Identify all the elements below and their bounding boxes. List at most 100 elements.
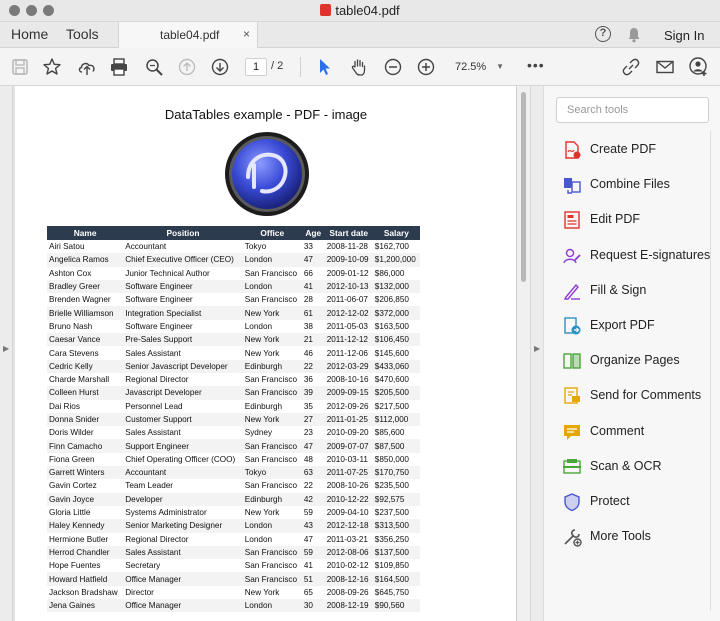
table-cell: Sales Assistant [123,545,243,560]
tool-scan-ocr[interactable]: Scan & OCR [562,455,717,479]
zoom-out-icon[interactable] [383,57,403,77]
sign-in-button[interactable]: Sign In [664,28,704,43]
table-cell: 21 [301,333,325,347]
table-cell: 2012-12-18 [324,519,373,533]
close-tab-icon[interactable]: × [243,27,250,41]
tool-more-tools[interactable]: More Tools [562,525,717,549]
table-cell: Donna Snider [47,412,124,427]
table-cell: Accountant [123,466,243,480]
fill-sign-icon [563,283,580,300]
next-page-icon[interactable] [210,57,230,77]
table-cell: 2011-01-25 [324,412,373,427]
table-cell: New York [242,333,302,347]
table-cell: 2008-11-28 [326,242,368,252]
page-number-input[interactable]: 1 [245,58,267,76]
zoom-level-select[interactable]: 72.5% ▼ [448,58,508,76]
table-cell: 2009-10-09 [324,253,373,267]
table-cell: 66 [303,268,313,278]
table-row: Gavin Joyce Developer Edinburgh 42 2010-12-2… [47,492,420,506]
document-scrollbar[interactable] [517,86,530,621]
more-options-icon[interactable]: ••• [527,57,545,73]
table-cell: 2009-04-10 [326,508,369,518]
table-cell: $470,600 [374,375,409,385]
previous-page-icon[interactable] [177,57,197,77]
left-panel-toggle[interactable]: ▶ [0,86,13,621]
table-cell: Junior Technical Author [125,268,210,278]
share-link-icon[interactable] [621,57,641,77]
table-row: Hermione Butler Regional Director London 47… [47,533,420,546]
table-cell: Secretary [125,561,161,571]
select-cursor-icon[interactable] [315,57,335,77]
document-tab[interactable]: table04.pdf × [118,22,258,48]
table-row: Howard Hatfield Office Manager San Francis… [47,572,420,586]
table-cell: Accountant [125,242,167,252]
table-cell: $112,000 [372,412,420,427]
zoom-in-icon[interactable] [416,57,436,77]
table-cell: $217,500 [374,401,409,411]
tool-label: Organize Pages [590,353,680,368]
hand-tool-icon[interactable] [349,57,369,77]
table-row: Garrett Winters Accountant Tokyo 63 2011-07-… [47,466,420,480]
table-cell: New York [244,348,280,358]
bookmark-star-icon[interactable] [42,57,62,77]
table-cell: $132,000 [372,279,420,294]
protect-icon [564,493,580,512]
table-cell: 2008-12-16 [324,572,373,586]
table-cell: 2011-12-06 [326,348,368,358]
search-zoom-icon[interactable] [144,57,164,77]
table-row: Angelica Ramos Chief Executive Officer (C… [47,253,420,267]
upload-cloud-icon[interactable] [77,57,97,77]
save-icon[interactable] [10,57,30,77]
tools-menu[interactable]: Tools [66,26,99,42]
tool-fill-sign[interactable]: Fill & Sign [562,279,717,303]
home-menu[interactable]: Home [11,26,48,42]
right-panel-toggle[interactable]: ▶ [530,86,543,621]
tool-export-pdf[interactable]: Export PDF [562,314,717,338]
table-cell: $106,450 [372,333,420,347]
table-cell: Gloria Little [49,508,91,518]
table-cell: London [244,321,273,331]
table-cell: 22 [303,481,313,491]
table-cell: 2008-10-26 [326,481,369,491]
page-total-label: / 2 [271,60,284,72]
table-cell: Regional Director [125,375,189,385]
table-cell: Jena Gaines [47,599,124,613]
search-tools-input[interactable]: Search tools [556,97,709,123]
table-cell: Systems Administrator [125,508,207,518]
table-cell: 2009-09-15 [324,386,373,400]
table-cell: 2012-08-06 [324,545,373,560]
table-cell: New York [242,306,302,320]
tool-organize-pages[interactable]: Organize Pages [562,349,717,373]
table-cell: San Francisco [244,561,298,571]
table-cell: Doris Wilder [49,428,94,438]
tool-comment[interactable]: Comment [562,420,717,444]
print-icon[interactable] [109,57,129,77]
table-cell: London [242,599,302,613]
table-cell: $85,600 [374,428,405,438]
tool-protect[interactable]: Protect [562,490,717,514]
tool-edit-pdf[interactable]: Edit PDF [562,208,717,232]
document-viewport[interactable]: DataTables example - PDF - image Name Pos… [13,86,530,621]
table-row: Caesar Vance Pre-Sales Support New York 21 2… [47,333,420,347]
pdf-file-icon [320,4,332,16]
email-icon[interactable] [655,57,675,77]
tool-send-comments[interactable]: Send for Comments [562,384,717,408]
table-cell: Sydney [244,428,273,438]
table-cell: Cedric Kelly [47,359,124,373]
notification-bell-icon[interactable] [627,27,641,43]
tool-create-pdf[interactable]: Create PDF [562,138,717,162]
table-cell: Office Manager [123,599,243,613]
table-cell: San Francisco [244,295,298,305]
tool-request-esign[interactable]: Request E-signatures [562,244,717,268]
table-row: Colleen Hurst Javascript Developer San Fra… [47,386,420,400]
table-cell: 2008-12-19 [324,599,373,613]
scrollbar-thumb[interactable] [521,92,526,282]
table-cell: 22 [301,359,325,373]
tool-label: Protect [590,494,630,508]
table-cell: Jackson Bradshaw [49,587,118,597]
table-row: Cedric Kelly Senior Javascript Developer E… [47,359,420,373]
add-user-icon[interactable] [689,57,709,77]
help-icon[interactable]: ? [595,26,611,42]
table-cell: 2012-03-29 [324,359,373,373]
tool-combine-files[interactable]: Combine Files [562,173,717,197]
